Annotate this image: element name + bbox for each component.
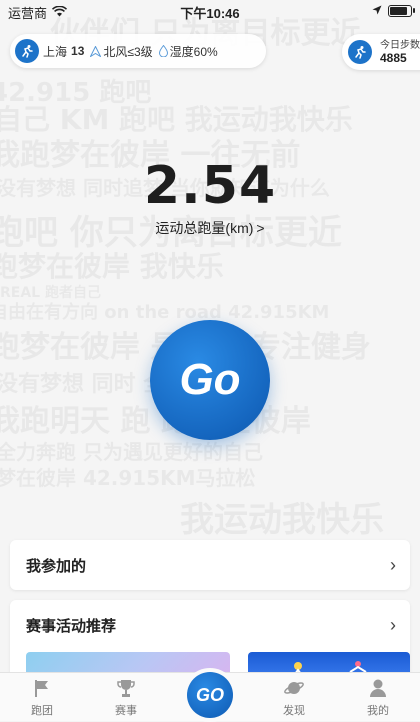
steps-text: 今日步数 4885 — [380, 39, 420, 65]
steps-runner-icon — [348, 40, 372, 64]
bg-slogan: 跑梦在彼岸 我快乐 — [0, 250, 224, 283]
droplet-icon — [158, 45, 168, 57]
runner-icon — [15, 39, 39, 63]
tab-label: 赛事 — [115, 705, 137, 717]
weather-temperature: 13 — [71, 44, 85, 58]
weather-wind: 北风≤3级 — [90, 43, 153, 60]
chevron-right-icon: › — [390, 554, 396, 575]
joined-title: 我参加的 — [26, 557, 87, 575]
trophy-icon — [114, 676, 138, 700]
status-right — [372, 3, 415, 18]
tab-go-button[interactable]: GO — [183, 668, 237, 722]
wind-icon — [90, 45, 102, 57]
joined-row[interactable]: 我参加的 › — [10, 540, 410, 590]
tab-running-group[interactable]: 跑团 — [0, 673, 84, 721]
tab-discover[interactable]: 发现 — [252, 673, 336, 721]
weather-city-temp: 上海 13 — [43, 43, 84, 60]
chevron-right-icon: > — [256, 220, 265, 236]
recommend-title: 赛事活动推荐 — [26, 617, 117, 635]
tab-go-label: GO — [195, 684, 224, 705]
weather-city: 上海 — [43, 44, 68, 59]
tab-label: 跑团 — [31, 705, 53, 717]
tab-label: 我的 — [367, 705, 389, 717]
weather-humidity-text: 湿度60% — [169, 44, 218, 59]
total-distance-value: 2.54 — [143, 156, 277, 216]
weather-wind-text: 北风≤3级 — [103, 44, 153, 59]
weather-humidity: 湿度60% — [158, 43, 218, 60]
today-steps-widget[interactable]: 今日步数 4885 — [342, 34, 420, 70]
start-run-button[interactable]: Go — [150, 320, 270, 440]
bg-slogan: 梦在彼岸 42.915KM马拉松 — [0, 466, 256, 490]
bg-slogan: 自由在有方向 on the road 42.915KM — [0, 302, 330, 323]
bg-slogan: 我运动我快乐 — [180, 500, 384, 540]
status-bar: 运营商 下午10:46 — [0, 0, 420, 21]
steps-value: 4885 — [380, 51, 407, 65]
go-button-label: Go — [179, 355, 241, 404]
weather-bar: 上海 13 北风≤3级 湿度60% — [10, 34, 266, 68]
total-distance-link[interactable]: 运动总跑量(km) > — [0, 218, 420, 238]
tab-label: 发现 — [283, 705, 305, 717]
recommend-row[interactable]: 赛事活动推荐 › — [10, 600, 410, 650]
tab-mine[interactable]: 我的 — [336, 673, 420, 721]
status-time: 下午10:46 — [180, 6, 240, 21]
bg-slogan: 全力奔跑 只为遇见更好的自己 — [0, 440, 263, 464]
chevron-right-icon: › — [390, 614, 396, 635]
joined-card[interactable]: 我参加的 › — [10, 540, 410, 590]
flag-icon — [30, 676, 54, 700]
battery-icon — [388, 4, 415, 17]
tab-events[interactable]: 赛事 — [84, 673, 168, 721]
person-icon — [366, 676, 390, 700]
total-distance-label: 运动总跑量(km) — [155, 220, 254, 236]
location-arrow-icon — [372, 3, 382, 18]
planet-icon — [282, 676, 306, 700]
go-icon: GO — [187, 672, 233, 718]
